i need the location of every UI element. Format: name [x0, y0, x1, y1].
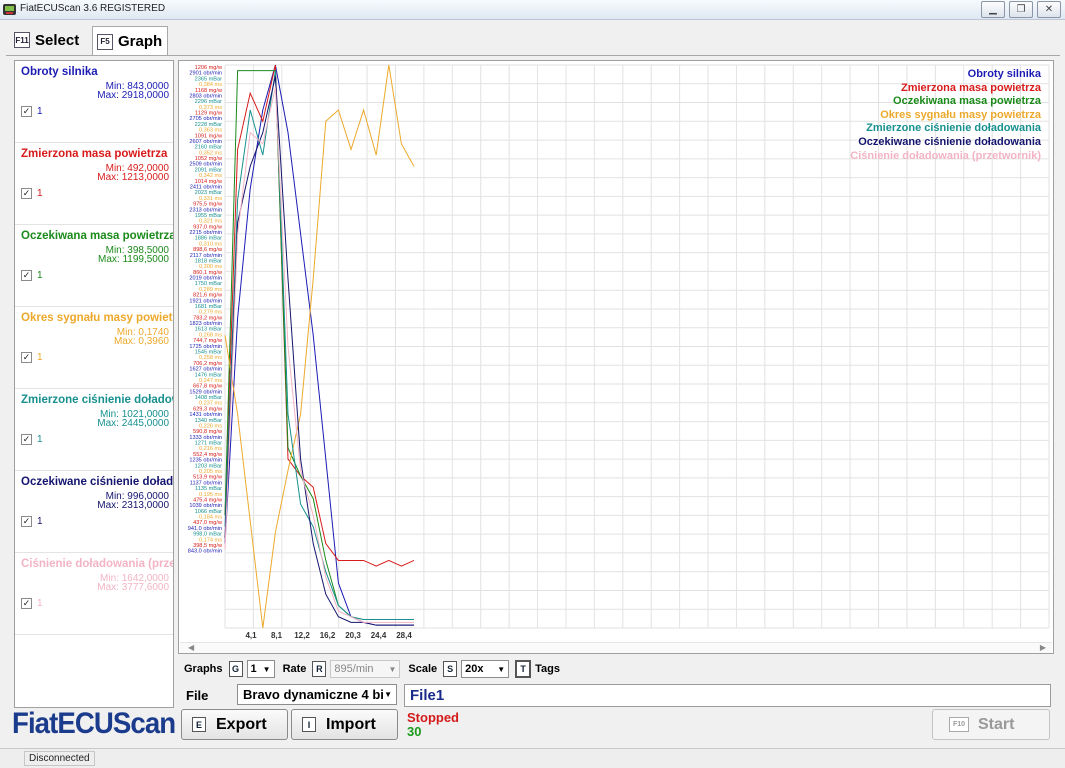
connection-status: Disconnected [24, 751, 95, 766]
title-bar: FiatECUScan 3.6 REGISTERED ▁ ❐ ✕ [0, 0, 1065, 20]
signal-name: Obroty silnika [21, 66, 98, 78]
legend-entry: Zmierzone ciśnienie doładowania [866, 122, 1041, 135]
x-tick-label: 24,4 [371, 631, 387, 640]
maximize-button[interactable]: ❐ [1009, 1, 1033, 18]
signal-list: Obroty silnika Min: 843,0000 Max: 2918,000… [14, 60, 174, 708]
signal-name: Zmierzone ciśnienie doładow [21, 394, 174, 406]
signal-name: Oczekiwana masa powietrza [21, 230, 174, 242]
x-tick-label: 4,1 [245, 631, 257, 640]
signal-graph-number: 1 [37, 434, 43, 445]
scroll-right-icon[interactable]: ▶ [1040, 643, 1046, 652]
graphs-select[interactable]: 1 ▼ [246, 660, 275, 678]
x-tick-label: 20,3 [345, 631, 361, 640]
scroll-left-icon[interactable]: ◀ [188, 643, 194, 652]
rate-select[interactable]: 895/min ▼ [330, 660, 401, 678]
legend-entry: Oczekiwana masa powietrza [893, 95, 1041, 108]
legend-entry: Ciśnienie doładowania (przetwornik) [850, 149, 1041, 162]
scale-label: Scale [408, 663, 438, 675]
f11-key-icon: F11 [14, 32, 30, 48]
file-select[interactable]: Bravo dynamiczne 4 bi ▼ [237, 684, 397, 705]
signal-name: Zmierzona masa powietrza [21, 148, 168, 160]
start-key-icon: F10 [949, 717, 969, 732]
import-key-icon: I [302, 717, 316, 732]
signal-max: Max: 1199,5000 [98, 254, 169, 265]
graph-controls: Graphs G 1 ▼ Rate R 895/min ▼ Scale S 20x ▼… [184, 660, 560, 678]
rate-label: Rate [282, 663, 307, 675]
f5-key-icon: F5 [97, 33, 113, 50]
start-button[interactable]: F10 Start [932, 709, 1050, 740]
chevron-down-icon: ▼ [384, 690, 392, 699]
status-text: Stopped [407, 710, 459, 725]
signal-item[interactable]: Oczekiwana masa powietrza Min: 398,5000 Ma… [15, 225, 174, 307]
tab-graph[interactable]: F5 Graph [92, 26, 169, 56]
x-tick-label: 28,4 [396, 631, 412, 640]
signal-graph-number: 1 [37, 352, 43, 363]
graphs-label: Graphs [184, 663, 223, 675]
signal-graph-number: 1 [37, 270, 43, 281]
scale-select[interactable]: 20x ▼ [461, 660, 510, 678]
y-axis-label: 843,0 obr/min [188, 549, 222, 555]
signal-checkbox[interactable]: ✓ [21, 434, 32, 445]
signal-max: Max: 0,3960 [113, 336, 169, 347]
signal-max: Max: 1213,0000 [97, 172, 169, 183]
rate-key-icon: R [312, 661, 327, 677]
app-icon [3, 4, 16, 15]
signal-graph-number: 1 [37, 106, 43, 117]
status-bar: Disconnected [0, 748, 1065, 768]
signal-item[interactable]: Zmierzona masa powietrza Min: 492,0000 Max… [15, 143, 173, 225]
start-label: Start [978, 715, 1015, 733]
signal-item[interactable]: Ciśnienie doładowania (przet Min: 1642,00… [15, 553, 174, 635]
signal-checkbox[interactable]: ✓ [21, 352, 32, 363]
sample-count: 30 [407, 724, 422, 739]
file-label: File [186, 688, 209, 703]
signal-graph-number: 1 [37, 516, 43, 527]
import-label: Import [326, 715, 376, 733]
signal-item[interactable]: Zmierzone ciśnienie doładow Min: 1021,000… [15, 389, 174, 471]
signal-name: Ciśnienie doładowania (przet [21, 558, 174, 570]
legend-entry: Obroty silnika [967, 68, 1041, 80]
tab-graph-label: Graph [118, 33, 163, 50]
signal-checkbox[interactable]: ✓ [21, 106, 32, 117]
legend-entry: Oczekiwane ciśnienie doładowania [858, 135, 1041, 148]
signal-checkbox[interactable]: ✓ [21, 188, 32, 199]
fiatecuscan-logo: FiatECUScan [12, 707, 176, 740]
tags-label: Tags [535, 663, 561, 675]
export-label: Export [216, 715, 267, 733]
signal-name: Oczekiwane ciśnienie doładow [21, 476, 174, 488]
legend-entry: Zmierzona masa powietrza [901, 81, 1041, 94]
import-button[interactable]: I Import [291, 709, 398, 740]
window-title: FiatECUScan 3.6 REGISTERED [20, 3, 166, 14]
graph-legend: Obroty silnika Zmierzona masa powietrza Oc… [850, 68, 1041, 163]
signal-item[interactable]: Obroty silnika Min: 843,0000 Max: 2918,000… [15, 61, 173, 143]
signal-graph-number: 1 [37, 188, 43, 199]
x-tick-label: 16,2 [320, 631, 336, 640]
signal-name: Okres sygnału masy powietrz [21, 312, 174, 324]
export-key-icon: E [192, 717, 206, 732]
signal-graph-number: 1 [37, 598, 43, 609]
tab-select[interactable]: F11 Select [14, 27, 79, 53]
file-name-field[interactable]: File1 [404, 684, 1051, 707]
scale-key-icon: S [443, 661, 458, 677]
export-button[interactable]: E Export [181, 709, 288, 740]
signal-max: Max: 2313,0000 [97, 500, 169, 511]
tab-divider [6, 55, 1060, 56]
x-tick-label: 12,2 [294, 631, 310, 640]
tags-toggle-button[interactable]: T [515, 660, 532, 678]
signal-max: Max: 2445,0000 [97, 418, 169, 429]
signal-max: Max: 2918,0000 [97, 90, 169, 101]
close-button[interactable]: ✕ [1037, 1, 1061, 18]
graphs-key-icon: G [228, 661, 243, 677]
minimize-button[interactable]: ▁ [981, 1, 1005, 18]
graph-panel: 1206 mg/w 2901 obr/min 2365 mBar 0,384 ms 11… [178, 60, 1054, 654]
tab-select-label: Select [35, 31, 80, 49]
signal-item[interactable]: Oczekiwane ciśnienie doładow Min: 996,000… [15, 471, 174, 553]
signal-checkbox[interactable]: ✓ [21, 516, 32, 527]
signal-checkbox[interactable]: ✓ [21, 270, 32, 281]
x-tick-label: 8,1 [271, 631, 283, 640]
signal-max: Max: 3777,6000 [97, 582, 169, 593]
horizontal-scrollbar[interactable]: ◀ ▶ [180, 642, 1052, 653]
signal-item[interactable]: Okres sygnału masy powietrz Min: 0,1740 Ma… [15, 307, 174, 389]
signal-checkbox[interactable]: ✓ [21, 598, 32, 609]
legend-entry: Okres sygnału masy powietrza [880, 108, 1041, 121]
